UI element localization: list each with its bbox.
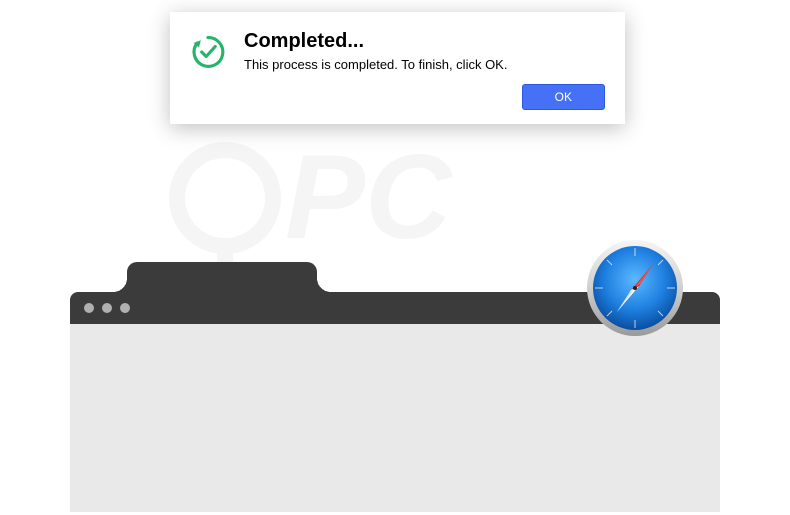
ok-button[interactable]: OK — [522, 84, 605, 110]
dialog-body: Completed... This process is completed. … — [190, 30, 605, 72]
dialog-footer: OK — [190, 84, 605, 110]
safari-icon — [585, 238, 685, 338]
svg-text:PC: PC — [285, 130, 454, 264]
dialog-message: This process is completed. To finish, cl… — [244, 57, 605, 72]
dialog-title: Completed... — [244, 30, 605, 53]
browser-tab[interactable] — [127, 262, 317, 292]
close-window-button[interactable] — [84, 303, 94, 313]
refresh-check-icon — [190, 34, 226, 70]
maximize-window-button[interactable] — [120, 303, 130, 313]
dialog-text: Completed... This process is completed. … — [244, 30, 605, 72]
browser-content-area — [70, 324, 720, 512]
completion-dialog: Completed... This process is completed. … — [170, 12, 625, 124]
minimize-window-button[interactable] — [102, 303, 112, 313]
